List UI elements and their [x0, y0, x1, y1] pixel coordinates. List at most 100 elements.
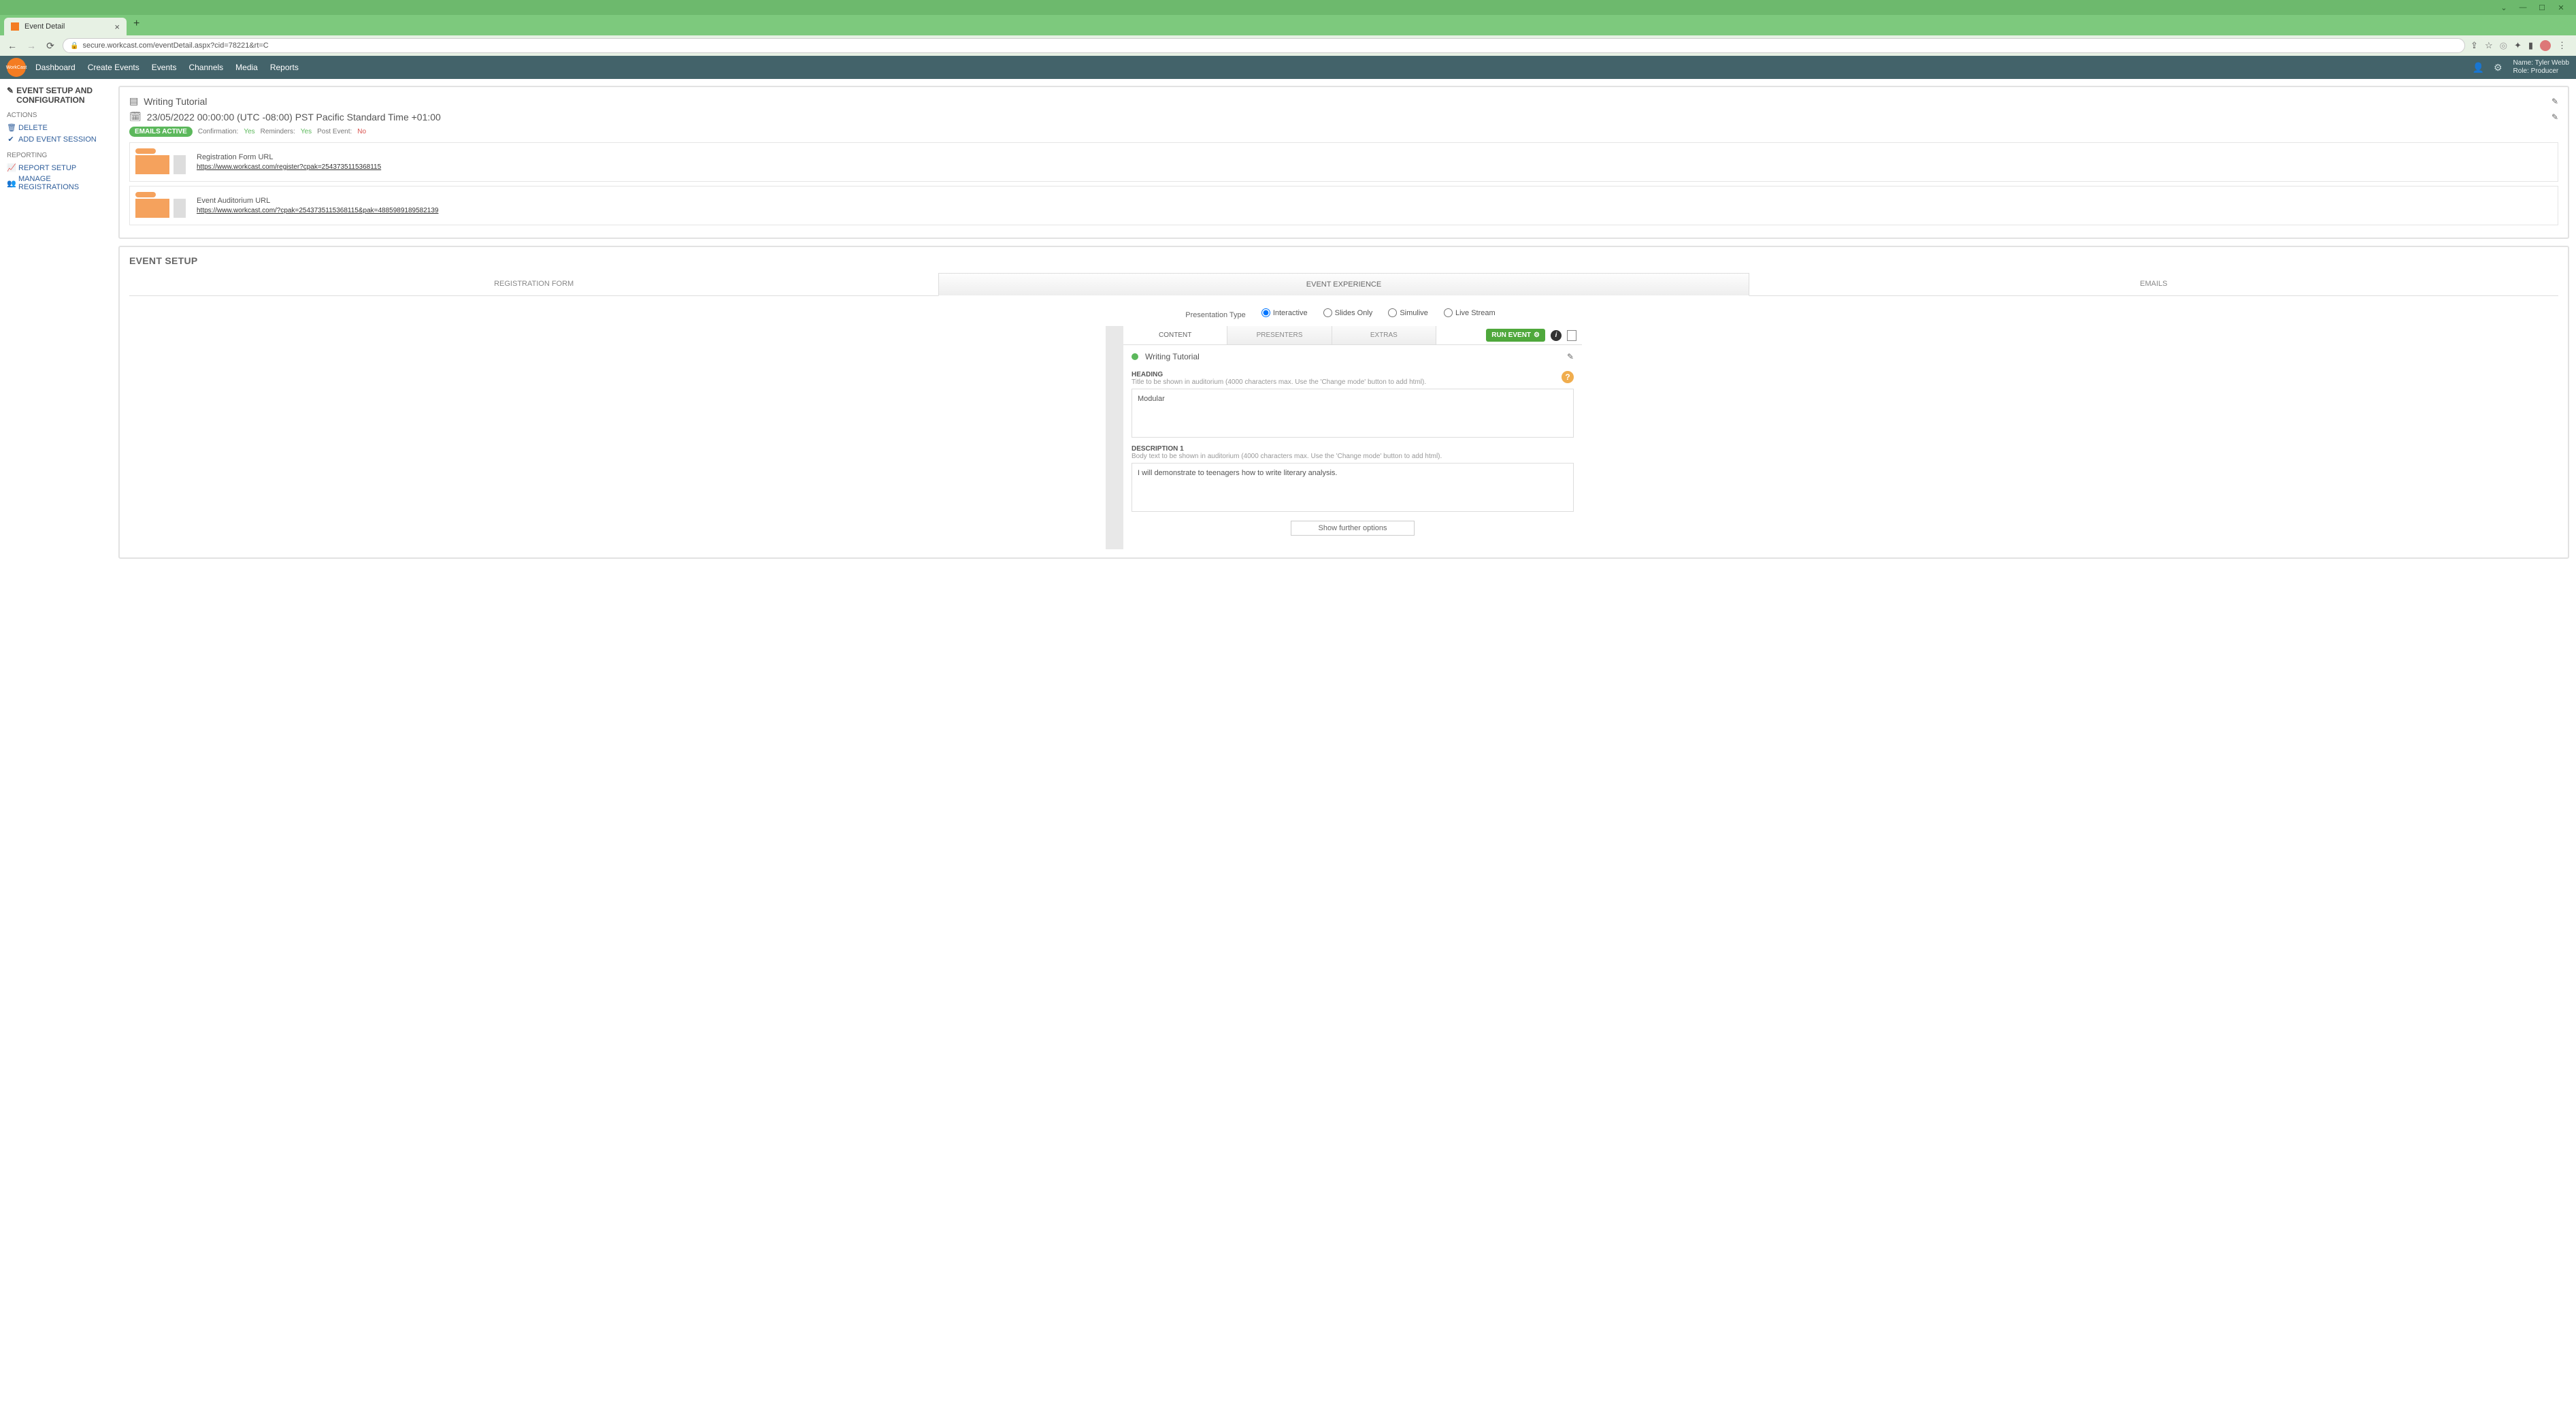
edit-icon: ✎	[7, 86, 14, 95]
star-icon[interactable]: ☆	[2485, 40, 2493, 51]
auditorium-thumbnail[interactable]	[134, 191, 187, 221]
app-top-nav: WorkCast Dashboard Create Events Events …	[0, 56, 2576, 79]
extension-icon-1[interactable]: ◎	[2500, 40, 2507, 51]
radio-live-stream[interactable]: Live Stream	[1444, 308, 1496, 317]
registration-url-label: Registration Form URL	[197, 153, 381, 161]
sidebar-title: ✎EVENT SETUP AND CONFIGURATION	[7, 86, 109, 105]
nav-media[interactable]: Media	[235, 63, 258, 72]
edit-session-icon[interactable]: ✎	[1567, 352, 1574, 361]
presentation-type-row: Presentation Type Interactive Slides Onl…	[129, 296, 2558, 326]
edit-title-icon[interactable]: ✎	[2552, 97, 2558, 106]
help-icon[interactable]: ?	[1562, 371, 1574, 383]
auditorium-url-block: Event Auditorium URL https://www.workcas…	[129, 186, 2558, 225]
subtab-presenters[interactable]: PRESENTERS	[1227, 326, 1332, 344]
user-role: Role: Producer	[2513, 67, 2569, 76]
reload-button[interactable]: ⟳	[44, 40, 57, 52]
back-button[interactable]: ←	[5, 40, 19, 51]
auditorium-url-link[interactable]: https://www.workcast.com/?cpak=254373511…	[197, 207, 438, 214]
heading-input[interactable]	[1132, 389, 1574, 438]
subtab-extras[interactable]: EXTRAS	[1332, 326, 1436, 344]
radio-simulive[interactable]: Simulive	[1388, 308, 1428, 317]
heading-hint: Title to be shown in auditorium (4000 ch…	[1132, 378, 1574, 386]
settings-icon[interactable]: ⚙	[2494, 62, 2503, 74]
description-label: DESCRIPTION 1	[1132, 445, 1574, 453]
new-tab-button[interactable]: +	[133, 18, 139, 30]
user-icon[interactable]: 👤	[2473, 62, 2484, 74]
confirmation-label: Confirmation:	[198, 128, 238, 135]
left-sidebar: ✎EVENT SETUP AND CONFIGURATION ACTIONS 🗑…	[0, 79, 116, 1413]
extensions-icon[interactable]: ✦	[2514, 40, 2522, 51]
window-maximize-icon[interactable]: ☐	[2532, 1, 2552, 14]
event-setup-card: EVENT SETUP REGISTRATION FORM EVENT EXPE…	[118, 246, 2569, 559]
window-more-icon[interactable]: ⌄	[2494, 1, 2513, 14]
registration-thumbnail[interactable]	[134, 147, 187, 177]
nav-events[interactable]: Events	[152, 63, 177, 72]
manage-registrations-link[interactable]: 👥MANAGE REGISTRATIONS	[7, 174, 109, 193]
url-bar[interactable]: 🔒 secure.workcast.com/eventDetail.aspx?c…	[63, 38, 2465, 53]
users-icon: 👥	[7, 179, 15, 188]
delete-link[interactable]: 🗑DELETE	[7, 122, 109, 133]
subtab-content[interactable]: CONTENT	[1123, 326, 1227, 344]
run-event-button[interactable]: RUN EVENT⚙	[1486, 329, 1545, 342]
check-icon: ✔	[7, 135, 15, 144]
actions-label: ACTIONS	[7, 112, 109, 119]
report-setup-link[interactable]: 📈REPORT SETUP	[7, 162, 109, 174]
tab-registration-form[interactable]: REGISTRATION FORM	[129, 273, 938, 295]
postevent-value: No	[357, 128, 366, 135]
info-icon[interactable]: i	[1551, 330, 1562, 341]
nav-create-events[interactable]: Create Events	[88, 63, 139, 72]
registration-url-block: Registration Form URL https://www.workca…	[129, 142, 2558, 182]
reminders-label: Reminders:	[261, 128, 295, 135]
content-side-strip	[1106, 326, 1123, 549]
trash-icon: 🗑	[7, 123, 15, 132]
url-text: secure.workcast.com/eventDetail.aspx?cid…	[82, 42, 268, 50]
radio-interactive[interactable]: Interactive	[1261, 308, 1308, 317]
add-event-session-link[interactable]: ✔ADD EVENT SESSION	[7, 133, 109, 145]
window-title-bar: ⌄ — ☐ ✕	[0, 0, 2576, 15]
edit-datetime-icon[interactable]: ✎	[2552, 112, 2558, 122]
forward-button[interactable]: →	[24, 40, 38, 51]
browser-tab-bar: Event Detail × +	[0, 15, 2576, 35]
reminders-value: Yes	[301, 128, 312, 135]
status-dot-icon	[1132, 353, 1138, 360]
user-name: Name: Tyler Webb	[2513, 59, 2569, 67]
tab-title: Event Detail	[24, 22, 65, 31]
tab-favicon	[11, 22, 19, 31]
event-datetime: 23/05/2022 00:00:00 (UTC -08:00) PST Pac…	[147, 112, 441, 123]
panel-icon[interactable]: ▮	[2528, 40, 2533, 51]
tab-event-experience[interactable]: EVENT EXPERIENCE	[938, 273, 1749, 296]
emails-active-badge: EMAILS ACTIVE	[129, 127, 193, 137]
calendar-icon: 🗓	[129, 111, 142, 123]
share-icon[interactable]: ⇪	[2471, 40, 2478, 51]
chart-icon: 📈	[7, 163, 15, 172]
tab-emails[interactable]: EMAILS	[1749, 273, 2558, 295]
postevent-label: Post Event:	[317, 128, 352, 135]
description-hint: Body text to be shown in auditorium (400…	[1132, 453, 1574, 460]
browser-toolbar: ← → ⟳ 🔒 secure.workcast.com/eventDetail.…	[0, 35, 2576, 56]
gear-icon: ⚙	[1534, 331, 1540, 339]
registration-url-link[interactable]: https://www.workcast.com/register?cpak=2…	[197, 163, 381, 171]
event-header-card: ▤ Writing Tutorial ✎ 🗓 23/05/2022 00:00:…	[118, 86, 2569, 239]
tab-close-icon[interactable]: ×	[114, 22, 120, 32]
logo[interactable]: WorkCast	[7, 58, 26, 77]
window-minimize-icon[interactable]: —	[2513, 1, 2532, 14]
confirmation-value: Yes	[244, 128, 254, 135]
user-info: Name: Tyler Webb Role: Producer	[2513, 59, 2569, 76]
reporting-label: REPORTING	[7, 152, 109, 159]
window-close-icon[interactable]: ✕	[2552, 1, 2571, 14]
heading-label: HEADING	[1132, 371, 1574, 378]
browser-menu-icon[interactable]: ⋮	[2558, 40, 2566, 51]
show-further-options-button[interactable]: Show further options	[1291, 521, 1415, 536]
profile-avatar-icon[interactable]	[2540, 40, 2551, 51]
lock-icon: 🔒	[70, 42, 78, 50]
browser-tab[interactable]: Event Detail ×	[4, 18, 127, 35]
nav-channels[interactable]: Channels	[188, 63, 223, 72]
description-input[interactable]	[1132, 463, 1574, 512]
copy-icon[interactable]	[1567, 330, 1576, 341]
radio-slides-only[interactable]: Slides Only	[1323, 308, 1373, 317]
event-setup-title: EVENT SETUP	[129, 255, 2558, 266]
session-name: Writing Tutorial	[1145, 352, 1200, 361]
event-title: Writing Tutorial	[144, 96, 207, 107]
nav-dashboard[interactable]: Dashboard	[35, 63, 76, 72]
nav-reports[interactable]: Reports	[270, 63, 299, 72]
